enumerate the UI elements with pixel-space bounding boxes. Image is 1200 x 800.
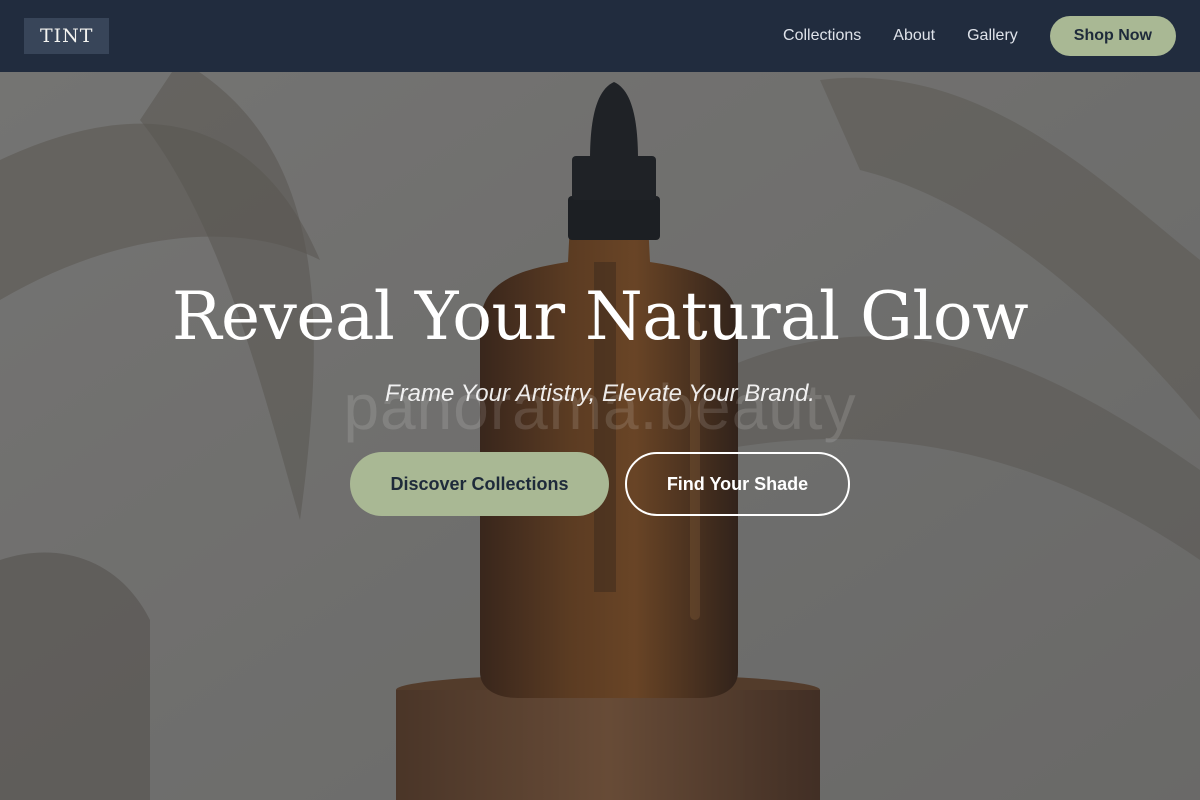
nav-link-gallery[interactable]: Gallery — [967, 27, 1018, 45]
brand-logo[interactable]: TINT — [24, 18, 110, 54]
hero-headline: Reveal Your Natural Glow — [171, 278, 1029, 355]
hero-content: Reveal Your Natural Glow Frame Your Arti… — [0, 0, 1200, 800]
hero-tagline: Frame Your Artistry, Elevate Your Brand. — [385, 380, 815, 407]
nav-link-collections[interactable]: Collections — [783, 27, 861, 45]
shop-now-button[interactable]: Shop Now — [1049, 16, 1176, 56]
top-navbar: TINT Collections About Gallery Shop Now — [0, 0, 1200, 72]
nav-link-about[interactable]: About — [893, 27, 935, 45]
discover-collections-button[interactable]: Discover Collections — [350, 452, 609, 516]
find-your-shade-button[interactable]: Find Your Shade — [625, 452, 850, 516]
nav-links: Collections About Gallery Shop Now — [783, 16, 1176, 56]
